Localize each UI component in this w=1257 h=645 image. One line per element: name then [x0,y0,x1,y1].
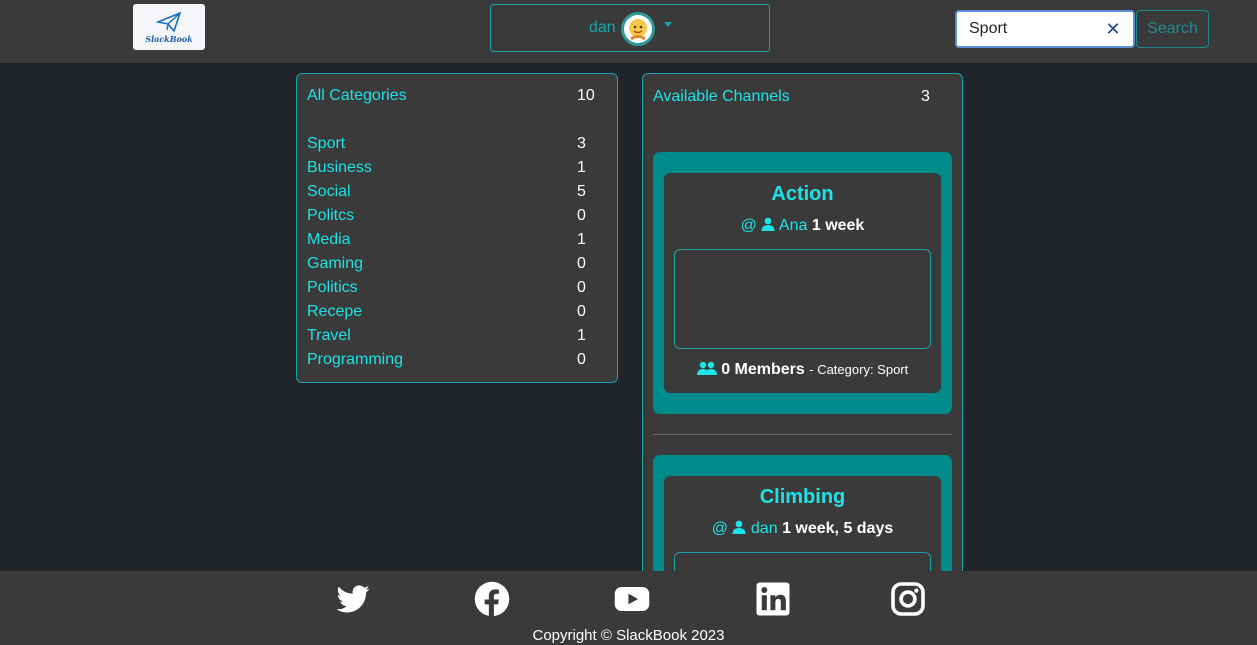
at-symbol: @ [711,520,728,537]
paper-plane-icon [156,11,182,33]
all-categories-label[interactable]: All Categories [307,87,407,105]
user-icon [732,520,746,534]
channel-meta: @ Ana 1 week [664,217,941,235]
category-label[interactable]: Sport [307,135,345,153]
category-count: 0 [577,351,586,368]
category-count: 1 [577,327,586,344]
channel-age: 1 week [811,217,865,234]
category-label[interactable]: Programming [307,351,403,369]
category-item-sport[interactable]: Sport 3 [307,133,597,157]
search-button[interactable]: Search [1136,10,1209,48]
available-channels-label: Available Channels [653,88,790,105]
category-item-recepe[interactable]: Recepe 0 [307,301,597,325]
linkedin-icon[interactable] [755,581,791,617]
channel-author[interactable]: dan [751,520,778,537]
logo-text: SlackBook [145,33,193,44]
user-icon [761,217,775,231]
category-label[interactable]: Social [307,183,351,201]
channel-title[interactable]: Climbing [664,486,941,509]
top-navbar: SlackBook dan ✕ Search [0,0,1257,63]
category-item-politics[interactable]: Politics 0 [307,277,597,301]
at-symbol: @ [740,217,757,234]
category-label[interactable]: Business [307,159,372,177]
twitter-icon[interactable] [335,581,371,617]
channel-author[interactable]: Ana [779,217,807,234]
channel-footer: 0 Members - Category: Sport [664,361,941,379]
channel-age: 1 week, 5 days [782,520,894,537]
avatar [621,12,655,46]
category-count: 5 [577,183,586,200]
category-label[interactable]: Recepe [307,303,362,321]
copyright-text: Copyright © SlackBook 2023 [532,627,725,644]
category-item-programming[interactable]: Programming 0 [307,349,597,373]
category-count: 1 [577,231,586,248]
category-item-gaming[interactable]: Gaming 0 [307,253,597,277]
category-item-travel[interactable]: Travel 1 [307,325,597,349]
channels-panel: Available Channels 3 Action @ Ana 1 week… [642,73,963,593]
category-count: 0 [577,207,586,224]
member-count: 0 Members [721,361,805,378]
category-label[interactable]: Gaming [307,255,363,273]
categories-panel: All Categories 10 Sport 3 Business 1 Soc… [296,73,618,383]
chevron-down-icon [664,22,672,27]
category-count: 0 [577,303,586,320]
category-label[interactable]: Politcs [307,207,354,225]
slackbook-logo[interactable]: SlackBook [133,4,205,50]
category-item-politcs[interactable]: Politcs 0 [307,205,597,229]
channel-card[interactable]: Action @ Ana 1 week 0 Members - Category… [653,152,952,414]
close-icon[interactable]: ✕ [1105,18,1121,40]
category-count: 3 [577,135,586,152]
category-label[interactable]: Politics [307,279,358,297]
users-icon [696,361,717,375]
divider [653,434,952,435]
facebook-icon[interactable] [474,581,510,617]
category-count: 1 [577,159,586,176]
all-categories-count: 10 [577,87,595,104]
user-dropdown[interactable]: dan [490,4,770,52]
category-item-media[interactable]: Media 1 [307,229,597,253]
category-count: 0 [577,279,586,296]
username-label: dan [589,19,616,36]
channel-meta: @ dan 1 week, 5 days [664,520,941,538]
youtube-icon[interactable] [614,581,650,617]
instagram-icon[interactable] [890,581,926,617]
channel-card-body: Action @ Ana 1 week 0 Members - Category… [664,173,941,393]
available-channels-count: 3 [921,88,930,105]
category-label[interactable]: Media [307,231,351,249]
category-item-business[interactable]: Business 1 [307,157,597,181]
channel-description-box [674,249,931,349]
category-label[interactable]: Travel [307,327,351,345]
all-categories-row[interactable]: All Categories 10 [307,85,597,109]
channel-category: - Category: Sport [809,362,909,377]
category-count: 0 [577,255,586,272]
channel-title[interactable]: Action [664,183,941,206]
category-item-social[interactable]: Social 5 [307,181,597,205]
avatar-face-icon [624,15,652,43]
footer: Copyright © SlackBook 2023 [0,571,1257,645]
